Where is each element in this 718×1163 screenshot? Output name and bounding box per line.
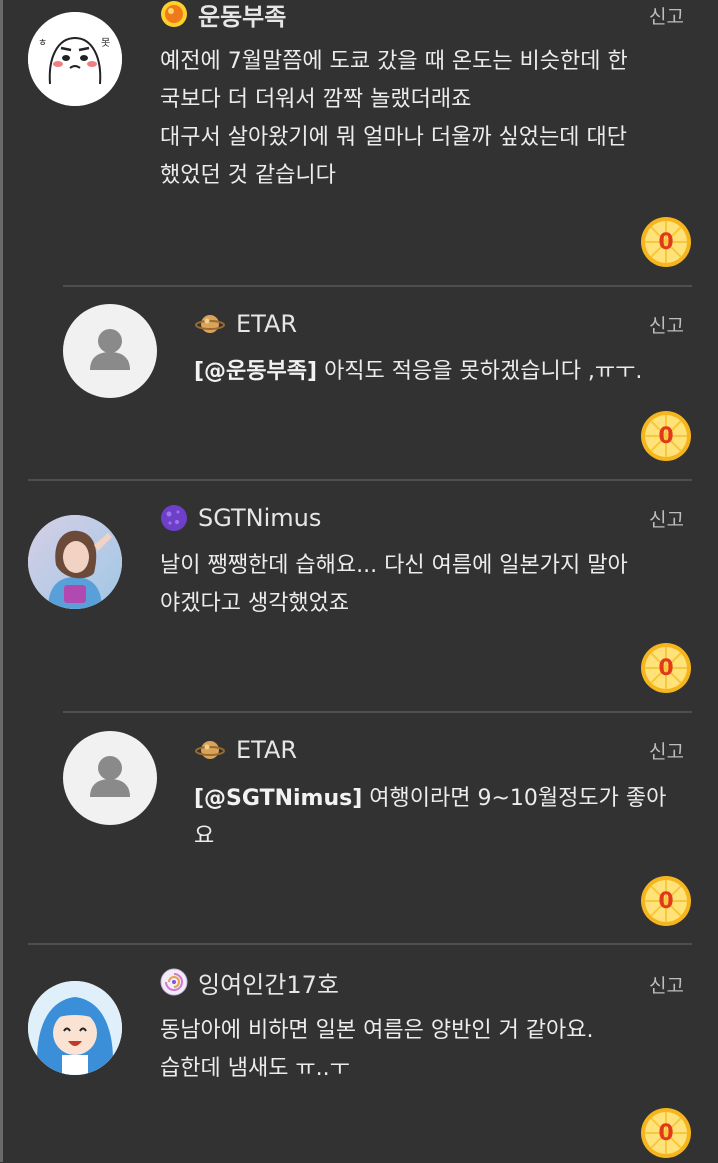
user-silhouette-icon bbox=[90, 756, 130, 797]
report-button[interactable]: 신고 bbox=[649, 505, 684, 532]
like-count: 0 bbox=[658, 888, 674, 914]
photo-avatar[interactable] bbox=[28, 515, 122, 609]
author-name[interactable]: 운동부족 bbox=[160, 0, 287, 31]
left-edge-border bbox=[0, 0, 3, 1162]
comment-text: 예전에 7월말쯤에 도쿄 갔을 때 온도는 비슷한데 한 국보다 더 더워서 깜… bbox=[160, 49, 628, 188]
cartoon-avatar[interactable]: ㅎ 못 bbox=[28, 12, 122, 106]
like-button[interactable]: 0 bbox=[640, 875, 692, 927]
purple-planet-level-icon bbox=[161, 505, 187, 531]
report-button[interactable]: 신고 bbox=[649, 971, 684, 998]
report-button[interactable]: 신고 bbox=[649, 2, 684, 29]
like-count: 0 bbox=[658, 229, 674, 255]
like-button[interactable]: 0 bbox=[640, 216, 692, 268]
comment-divider bbox=[28, 479, 692, 481]
reply-divider bbox=[63, 285, 692, 287]
author-name[interactable]: 잉여인간17호 bbox=[160, 967, 339, 999]
like-button[interactable]: 0 bbox=[640, 642, 692, 694]
like-count: 0 bbox=[658, 655, 674, 681]
saturn-level-icon bbox=[195, 315, 225, 333]
sun-level-icon bbox=[161, 1, 187, 27]
comment-text: [@SGTNimus] 여행이라면 9~10월정도가 좋아 요 bbox=[194, 786, 667, 849]
svg-text:못: 못 bbox=[101, 37, 110, 49]
author-name[interactable]: ETAR bbox=[194, 735, 297, 765]
default-avatar[interactable] bbox=[63, 731, 157, 825]
comment-text: [@운동부족] 아직도 적응을 못하겠습니다 ,ㅠㅜ. bbox=[194, 359, 643, 384]
comment-text: 동남아에 비하면 일본 여름은 양반인 거 같아요. 습한데 냄새도 ㅠ..ㅜ bbox=[160, 1018, 594, 1081]
report-button[interactable]: 신고 bbox=[649, 737, 684, 764]
like-count: 0 bbox=[658, 1120, 674, 1146]
like-button[interactable]: 0 bbox=[640, 410, 692, 462]
comment-text: 날이 쨍쨍한데 습해요... 다신 여름에 일본가지 말아 야겠다고 생각했었죠 bbox=[160, 553, 628, 616]
like-count: 0 bbox=[658, 423, 674, 449]
default-avatar[interactable] bbox=[63, 304, 157, 398]
author-name-text: 운동부족 bbox=[198, 2, 287, 31]
svg-text:ㅎ: ㅎ bbox=[38, 38, 47, 49]
reply-divider bbox=[63, 711, 692, 713]
author-name[interactable]: SGTNimus bbox=[160, 503, 321, 533]
anime-avatar[interactable] bbox=[28, 981, 122, 1075]
mention-tag[interactable]: [@SGTNimus] bbox=[194, 786, 362, 811]
galaxy-level-icon bbox=[160, 968, 188, 996]
like-button[interactable]: 0 bbox=[640, 1107, 692, 1159]
user-silhouette-icon bbox=[90, 329, 130, 370]
mention-tag[interactable]: [@운동부족] bbox=[194, 359, 317, 384]
comment-divider bbox=[28, 943, 692, 945]
report-button[interactable]: 신고 bbox=[649, 311, 684, 338]
saturn-level-icon bbox=[195, 741, 225, 759]
author-name[interactable]: ETAR bbox=[194, 309, 297, 339]
